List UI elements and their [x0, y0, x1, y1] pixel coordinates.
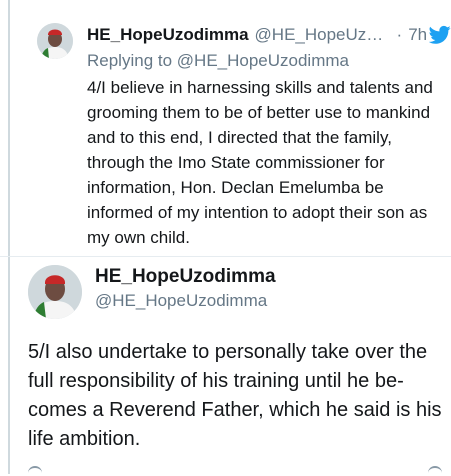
action-bar — [0, 466, 451, 474]
reply-icon[interactable] — [28, 466, 42, 476]
main-author-name[interactable]: HE_HopeUzodimma — [95, 266, 276, 288]
twitter-bird-icon[interactable] — [429, 25, 451, 45]
avatar[interactable] — [37, 23, 73, 59]
main-tweet-text: 5/I also undertake to personally take ov… — [28, 341, 442, 450]
reply-tweet-header: HE_HopeUzodimma @HE_HopeUzodimma · 7h — [87, 24, 427, 46]
reply-tweet[interactable]: HE_HopeUzodimma @HE_HopeUzodimma · 7h Re… — [0, 0, 451, 256]
author-handle[interactable]: @HE_HopeUzodimma — [255, 25, 385, 45]
reply-tweet-text: 4/I believe in harnessing skills and tal… — [87, 78, 433, 247]
avatar-image — [28, 265, 82, 319]
avatar-image — [37, 23, 73, 59]
tweet-time[interactable]: 7h — [408, 25, 427, 45]
author-name[interactable]: HE_HopeUzodimma — [87, 25, 249, 45]
main-avatar[interactable] — [28, 265, 82, 319]
separator-dot: · — [396, 25, 403, 44]
replying-to-line: Replying to @HE_HopeUzodimma — [87, 51, 349, 71]
main-author-handle[interactable]: @HE_HopeUzodimma — [95, 291, 267, 311]
replying-prefix: Replying to — [87, 51, 177, 70]
share-icon[interactable] — [428, 466, 442, 476]
tweet-divider — [0, 256, 451, 257]
replying-mention-link[interactable]: @HE_HopeUzodimma — [177, 51, 349, 70]
